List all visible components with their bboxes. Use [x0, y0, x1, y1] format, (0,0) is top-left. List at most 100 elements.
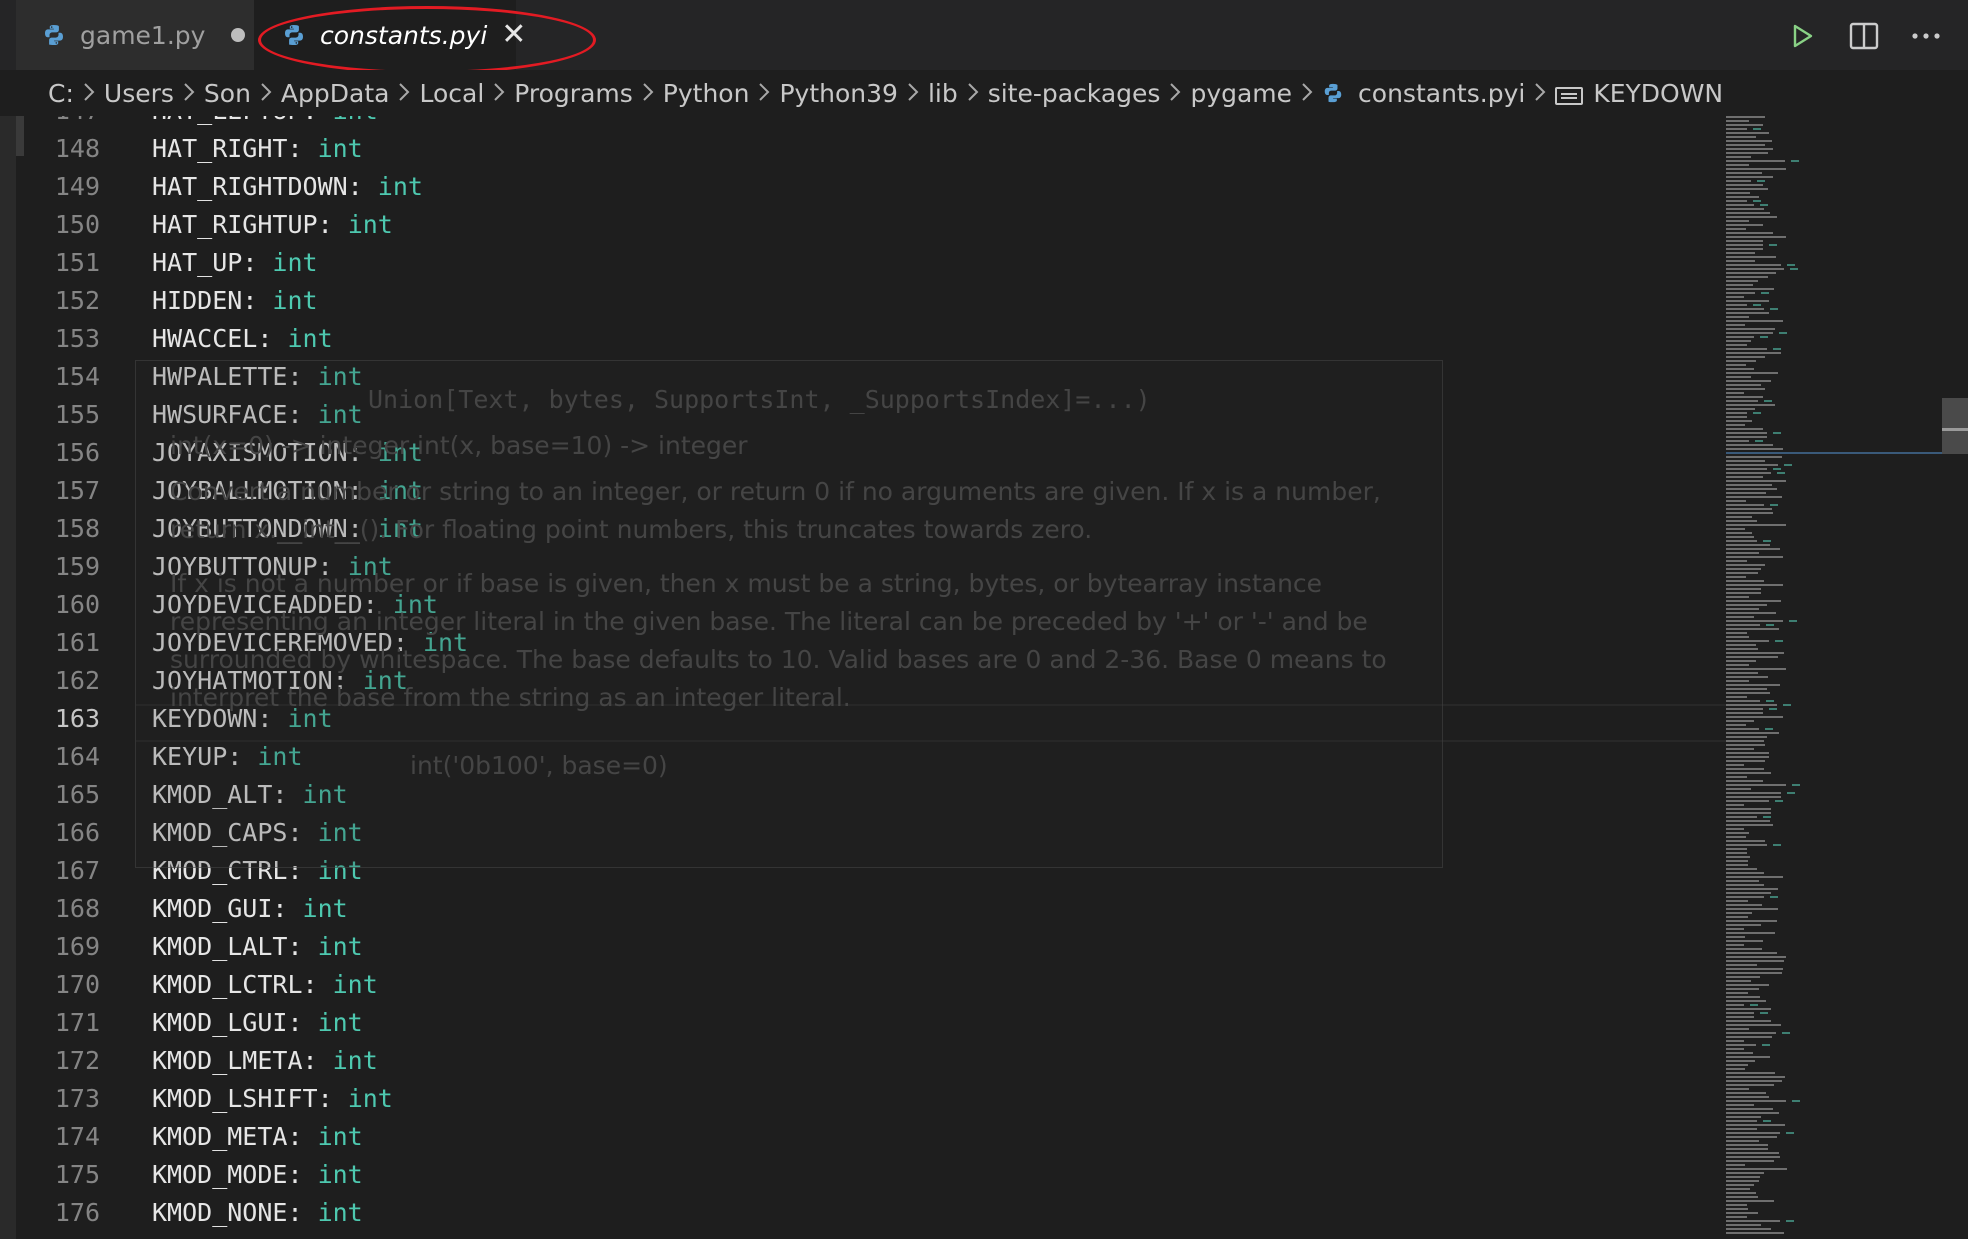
- minimap-line: [1726, 324, 1745, 326]
- minimap-line: [1773, 348, 1781, 350]
- type-annotation: int: [287, 324, 333, 353]
- breadcrumb-item[interactable]: Python: [663, 79, 750, 108]
- constant-name: HWPALETTE: [152, 362, 288, 391]
- code-line[interactable]: 175 KMOD_MODE: int: [16, 1156, 1726, 1194]
- code-line[interactable]: 151 HAT_UP: int: [16, 244, 1726, 282]
- breadcrumb-item[interactable]: Local: [419, 79, 484, 108]
- close-icon[interactable]: ✕: [501, 20, 526, 50]
- minimap-line: [1726, 1140, 1759, 1142]
- code-line[interactable]: 160 JOYDEVICEADDED: int: [16, 586, 1726, 624]
- minimap-line: [1786, 1132, 1794, 1134]
- code-line[interactable]: 167 KMOD_CTRL: int: [16, 852, 1726, 890]
- minimap-line: [1726, 256, 1776, 258]
- code-line[interactable]: 169 KMOD_LALT: int: [16, 928, 1726, 966]
- code-line[interactable]: 171 KMOD_LGUI: int: [16, 1004, 1726, 1042]
- colon: :: [272, 894, 303, 923]
- code-line[interactable]: 148 HAT_RIGHT: int: [16, 130, 1726, 168]
- constant-name: KMOD_LALT: [152, 932, 288, 961]
- minimap-line: [1726, 1032, 1776, 1034]
- code-line[interactable]: 170 KMOD_LCTRL: int: [16, 966, 1726, 1004]
- minimap-line: [1726, 364, 1746, 366]
- minimap-line: [1726, 280, 1758, 282]
- colon: :: [272, 780, 303, 809]
- vertical-scrollbar[interactable]: [1948, 116, 1968, 1239]
- code-line[interactable]: 159 JOYBUTTONUP: int: [16, 548, 1726, 586]
- code-line[interactable]: 163 KEYDOWN: int: [16, 700, 1726, 738]
- minimap-line: [1726, 1136, 1777, 1138]
- minimap-line: [1726, 404, 1775, 406]
- code-line[interactable]: 176 KMOD_NONE: int: [16, 1194, 1726, 1232]
- minimap-line: [1726, 1212, 1758, 1214]
- play-icon[interactable]: [1782, 16, 1822, 56]
- code-line[interactable]: 157 JOYBALLMOTION: int: [16, 472, 1726, 510]
- breadcrumb-item[interactable]: Son: [204, 79, 251, 108]
- minimap-line: [1726, 1016, 1754, 1018]
- breadcrumb-item[interactable]: Python39: [779, 79, 897, 108]
- minimap-line: [1726, 164, 1749, 166]
- code-line[interactable]: 162 JOYHATMOTION: int: [16, 662, 1726, 700]
- code-line[interactable]: 174 KMOD_META: int: [16, 1118, 1726, 1156]
- colon: :: [287, 1008, 318, 1037]
- left-edge-strip: [0, 0, 16, 1239]
- minimap-line: [1726, 132, 1769, 134]
- code-editor[interactable]: 147 HAT_LEFTUP: int 148 HAT_RIGHT: int 149 HA…: [16, 116, 1726, 1239]
- code-line[interactable]: 165 KMOD_ALT: int: [16, 776, 1726, 814]
- code-line[interactable]: 156 JOYAXISMOTION: int: [16, 434, 1726, 472]
- minimap[interactable]: [1726, 116, 1948, 1239]
- code-line[interactable]: 153 HWACCEL: int: [16, 320, 1726, 358]
- code-text: HIDDEN: int: [152, 282, 318, 320]
- minimap-line: [1792, 784, 1800, 786]
- breadcrumb-item[interactable]: pygame: [1190, 79, 1292, 108]
- ellipsis-icon[interactable]: [1906, 16, 1946, 56]
- code-line[interactable]: 172 KMOD_LMETA: int: [16, 1042, 1726, 1080]
- code-line[interactable]: 158 JOYBUTTONDOWN: int: [16, 510, 1726, 548]
- colon: :: [302, 1046, 333, 1075]
- minimap-line: [1726, 564, 1765, 566]
- breadcrumb-item[interactable]: Users: [104, 79, 174, 108]
- minimap-line: [1726, 1052, 1753, 1054]
- breadcrumb-item[interactable]: C:: [48, 79, 74, 108]
- line-number: 147: [16, 116, 100, 130]
- code-line[interactable]: 149 HAT_RIGHTDOWN: int: [16, 168, 1726, 206]
- breadcrumb-item[interactable]: site-packages: [988, 79, 1161, 108]
- minimap-line: [1726, 180, 1751, 182]
- minimap-line: [1726, 596, 1749, 598]
- minimap-line: [1726, 428, 1763, 430]
- breadcrumb-item[interactable]: AppData: [281, 79, 390, 108]
- breadcrumb-item[interactable]: constants.pyi: [1322, 79, 1525, 108]
- breadcrumb-item[interactable]: lib: [928, 79, 958, 108]
- minimap-line: [1726, 136, 1756, 138]
- code-line[interactable]: 147 HAT_LEFTUP: int: [16, 116, 1726, 130]
- code-line[interactable]: 166 KMOD_CAPS: int: [16, 814, 1726, 852]
- breadcrumb-item[interactable]: Programs: [514, 79, 633, 108]
- minimap-line: [1726, 472, 1771, 474]
- code-line[interactable]: 164 KEYUP: int: [16, 738, 1726, 776]
- minimap-line: [1726, 1028, 1749, 1030]
- minimap-line: [1764, 400, 1772, 402]
- breadcrumb-chevron-icon: [484, 79, 514, 108]
- minimap-line: [1726, 608, 1759, 610]
- minimap-line: [1726, 500, 1746, 502]
- scrollbar-thumb[interactable]: [1942, 398, 1968, 454]
- split-editor-icon[interactable]: [1844, 16, 1884, 56]
- tab-game1[interactable]: game1.py: [16, 0, 254, 70]
- tab-constants[interactable]: constants.pyi ✕: [254, 0, 526, 70]
- code-line[interactable]: 155 HWSURFACE: int: [16, 396, 1726, 434]
- code-text: HWACCEL: int: [152, 320, 333, 358]
- unsaved-dot-icon[interactable]: [231, 28, 246, 42]
- code-line[interactable]: 173 KMOD_LSHIFT: int: [16, 1080, 1726, 1118]
- code-line[interactable]: 152 HIDDEN: int: [16, 282, 1726, 320]
- minimap-line: [1761, 292, 1769, 294]
- code-text: KMOD_GUI: int: [152, 890, 348, 928]
- code-line[interactable]: 161 JOYDEVICEREMOVED: int: [16, 624, 1726, 662]
- minimap-line: [1726, 1064, 1748, 1066]
- code-line[interactable]: 168 KMOD_GUI: int: [16, 890, 1726, 928]
- code-line[interactable]: 154 HWPALETTE: int: [16, 358, 1726, 396]
- minimap-line: [1726, 240, 1763, 242]
- minimap-line: [1789, 620, 1797, 622]
- code-line[interactable]: 150 HAT_RIGHTUP: int: [16, 206, 1726, 244]
- minimap-line: [1726, 172, 1762, 174]
- type-annotation: int: [377, 476, 423, 505]
- breadcrumb-item[interactable]: KEYDOWN: [1555, 79, 1723, 108]
- minimap-line: [1726, 720, 1754, 722]
